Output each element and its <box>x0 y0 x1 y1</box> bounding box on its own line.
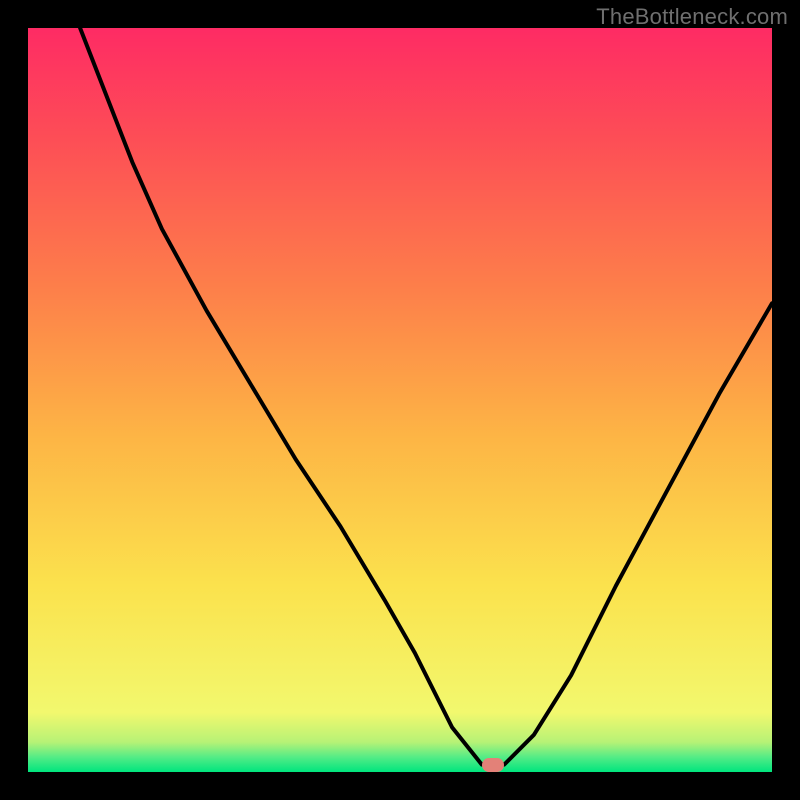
chart-frame: TheBottleneck.com <box>0 0 800 800</box>
bottleneck-curve <box>28 28 772 772</box>
watermark-text: TheBottleneck.com <box>596 4 788 30</box>
optimal-point-marker <box>482 758 504 772</box>
curve-path <box>80 28 772 765</box>
plot-area <box>28 28 772 772</box>
